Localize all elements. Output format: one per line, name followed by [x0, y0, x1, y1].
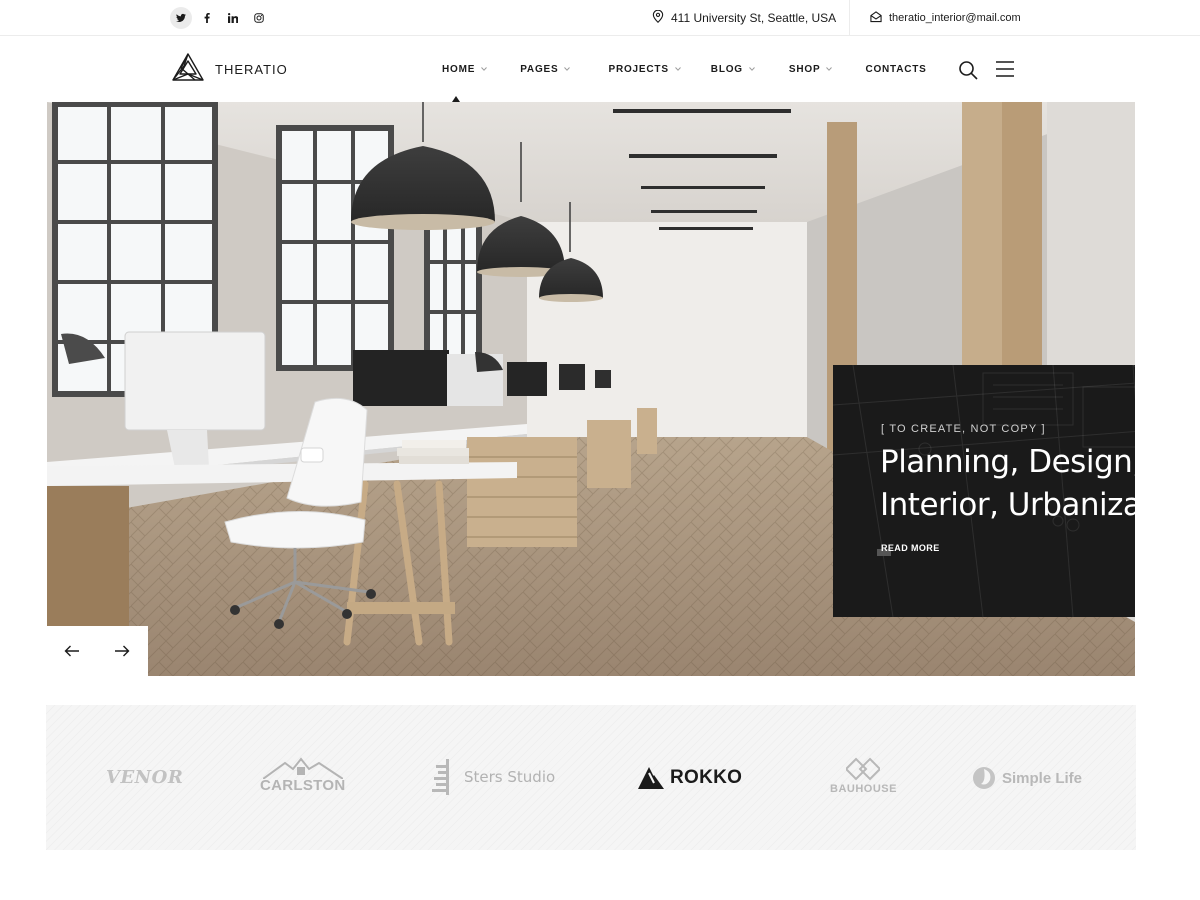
arrow-left-icon: [64, 645, 79, 657]
chevron-down-icon: [749, 67, 755, 71]
mail-icon: [870, 10, 882, 26]
next-slide-button[interactable]: [97, 626, 147, 676]
address-info: 411 University St, Seattle, USA: [652, 0, 836, 36]
divider: [849, 0, 850, 36]
hero-headline: Planning, Design, Interior, Urbanization: [880, 444, 1135, 523]
client-logo-venor[interactable]: VENOR: [106, 767, 183, 788]
twitter-icon[interactable]: [170, 7, 192, 29]
map-pin-icon: [652, 9, 664, 26]
menu-button[interactable]: [996, 61, 1014, 77]
facebook-icon[interactable]: [196, 7, 218, 29]
chevron-down-icon: [481, 67, 488, 71]
nav-item-contacts[interactable]: CONTACTS: [865, 58, 926, 80]
client-logo-sters-studio[interactable]: Sters Studio: [432, 759, 555, 795]
client-name: Simple Life: [1002, 769, 1083, 787]
nav-item-projects[interactable]: PROJECTS: [608, 58, 681, 80]
nav-label: HOME: [442, 63, 476, 75]
chevron-down-icon: [826, 67, 833, 71]
nav-item-home[interactable]: HOME: [442, 58, 488, 80]
linkedin-icon[interactable]: [222, 7, 244, 29]
hamburger-icon: [996, 61, 1014, 77]
nav-label: BLOG: [710, 63, 743, 75]
client-logos-strip: VENOR CARLSTON Sters Studio ROKKO BAUHOU…: [46, 705, 1136, 850]
diamond-logo-icon: [846, 757, 881, 781]
email-info[interactable]: theratio_interior@mail.com: [870, 0, 1021, 36]
arrow-right-icon: [115, 645, 130, 657]
chevron-down-icon: [674, 67, 681, 71]
client-logo-bauhouse[interactable]: BAUHOUSE: [830, 757, 897, 795]
nav-item-blog[interactable]: BLOG: [711, 58, 755, 80]
instagram-icon[interactable]: [248, 7, 270, 29]
main-nav: HOME PAGES PROJECTS BLOG SHOP CONTACTS: [442, 58, 927, 80]
client-logo-rokko[interactable]: ROKKO: [638, 767, 742, 789]
site-logo[interactable]: THERATIO: [170, 52, 288, 86]
search-icon: [959, 61, 978, 80]
client-name: VENOR: [106, 767, 184, 788]
slider-controls: [47, 626, 148, 676]
nav-item-pages[interactable]: PAGES: [520, 58, 571, 80]
prev-slide-button[interactable]: [47, 626, 97, 676]
client-name: ROKKO: [670, 767, 743, 788]
hero-slider[interactable]: [ TO CREATE, NOT COPY ] Planning, Design…: [47, 102, 1135, 676]
staircase-icon: [432, 759, 449, 795]
client-name: CARLSTON: [260, 777, 346, 794]
nav-label: PROJECTS: [608, 63, 669, 75]
address-text: 411 University St, Seattle, USA: [671, 11, 837, 25]
nav-label: SHOP: [788, 63, 821, 75]
swirl-logo-icon: [973, 767, 995, 789]
social-links: [170, 7, 270, 29]
peak-logo-icon: [638, 767, 664, 789]
logo-mark-icon: [172, 53, 204, 81]
logo-text: THERATIO: [215, 61, 288, 77]
hero-eyebrow: [ TO CREATE, NOT COPY ]: [881, 423, 1046, 435]
client-logo-carlston[interactable]: CARLSTON: [260, 757, 345, 794]
mountain-house-icon: [262, 757, 343, 779]
nav-item-shop[interactable]: SHOP: [789, 58, 833, 80]
client-name: BAUHOUSE: [830, 783, 897, 795]
nav-label: PAGES: [520, 63, 559, 75]
client-logo-simple-life[interactable]: Simple Life: [972, 766, 1082, 790]
read-more-link[interactable]: READ MORE: [881, 543, 940, 553]
top-bar: 411 University St, Seattle, USA theratio…: [0, 0, 1200, 36]
search-button[interactable]: [958, 60, 978, 80]
nav-label: CONTACTS: [865, 63, 927, 75]
client-name: Sters Studio: [464, 768, 556, 786]
hero-caption-box: [ TO CREATE, NOT COPY ] Planning, Design…: [833, 365, 1135, 617]
chevron-down-icon: [564, 67, 571, 71]
email-text[interactable]: theratio_interior@mail.com: [889, 12, 1021, 24]
